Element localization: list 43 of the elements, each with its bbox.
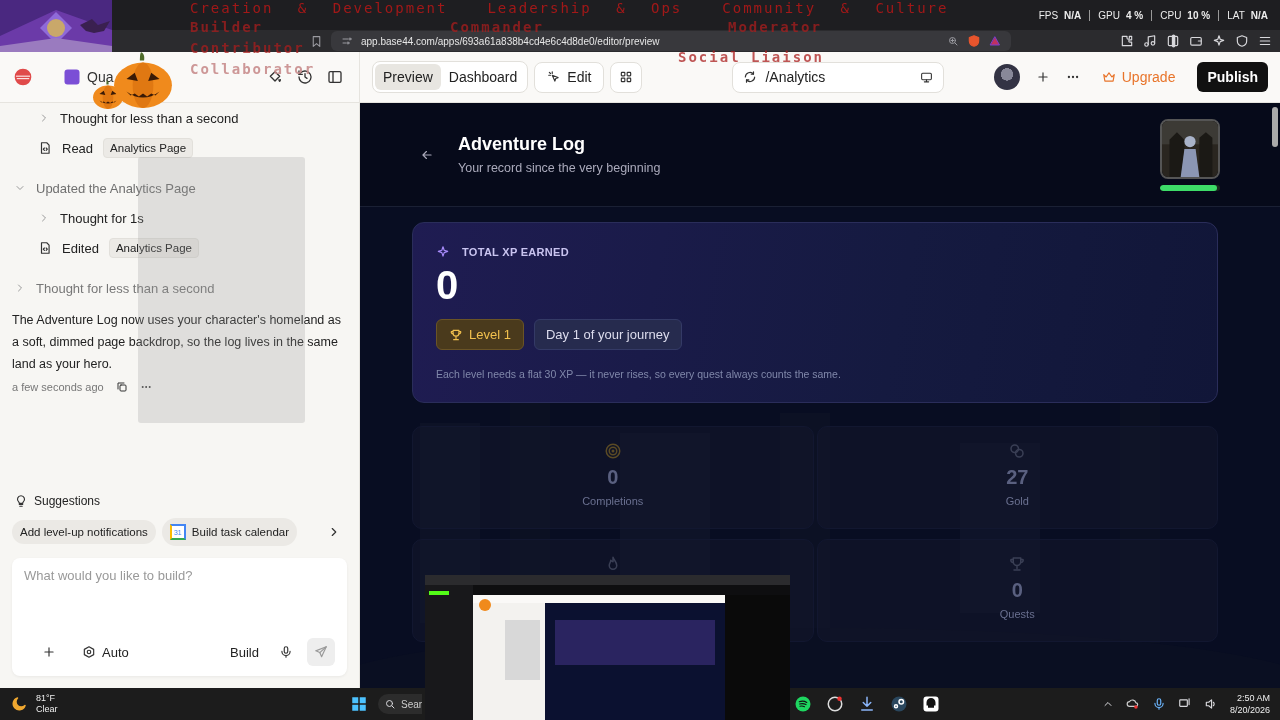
url-text: app.base44.com/apps/693a61a838b4cd4e6c4d8de0/editor/preview — [361, 35, 660, 47]
file-chip[interactable]: Analytics Page — [108, 238, 199, 258]
publish-button[interactable]: Publish — [1197, 62, 1268, 92]
address-bar[interactable]: app.base44.com/apps/693a61a838b4cd4e6c4d8de0/editor/preview — [331, 31, 1011, 51]
route-text: /Analytics — [765, 69, 826, 85]
file-chip[interactable]: Analytics Page — [103, 138, 194, 158]
stat-value: N/A — [1064, 9, 1082, 21]
overlay-role: Contributor — [190, 40, 305, 56]
action-label: Edited — [62, 240, 99, 256]
stat-value: N/A — [1250, 9, 1268, 21]
weather-condition: Clear — [36, 704, 58, 715]
stat-label: LAT — [1218, 9, 1245, 21]
overlay-role: Collaborator — [190, 61, 316, 77]
taskbar-search[interactable]: Sear — [378, 694, 422, 714]
overlay-role: Social Liaison — [678, 52, 824, 63]
stat-value: 4 % — [1126, 9, 1144, 21]
thought-toggle[interactable]: Thought for less than a second — [60, 110, 239, 126]
stat-value: 10 % — [1187, 9, 1211, 21]
stat-label: FPS — [1038, 9, 1059, 21]
group-toggle[interactable]: Updated the Analytics Page — [36, 180, 196, 196]
suggestions-title: Suggestions — [34, 494, 101, 508]
temperature: 81°F — [36, 693, 57, 704]
overlay-category: Creation & Development — [190, 0, 448, 16]
prompt-field[interactable]: What would you like to build? Auto Build — [12, 558, 347, 676]
suggestion-chip[interactable]: Add level-up notifications — [12, 520, 156, 544]
mode-button[interactable]: Auto — [76, 643, 135, 661]
clock[interactable]: 2:50 AM 8/20/2026 — [1229, 692, 1270, 716]
stat-label: GPU — [1089, 9, 1120, 21]
overlay-category: Leadership & Ops — [487, 0, 683, 16]
assistant-message: The Adventure Log now uses your character's homeland as a soft, dimmed page backdrop, so the log lives in the same land as your hero. — [12, 312, 342, 373]
view-tab[interactable]: Preview — [375, 64, 441, 90]
thought-toggle[interactable]: Thought for less than a second — [36, 280, 215, 296]
thought-toggle[interactable]: Thought for 1s — [60, 210, 144, 226]
action-label: Read — [62, 140, 94, 156]
build-button[interactable]: Build — [224, 643, 265, 661]
overlay-role: Builder — [190, 19, 263, 35]
stat-label: CPU — [1151, 9, 1182, 21]
view-tab[interactable]: Dashboard — [440, 64, 526, 90]
project-name[interactable]: Qua — [87, 69, 114, 85]
route-field[interactable]: /Analytics — [732, 61, 945, 93]
edit-button[interactable]: Edit — [534, 61, 605, 93]
overlay-category: Community & Culture — [722, 0, 949, 16]
timestamp: a few seconds ago — [12, 381, 104, 393]
